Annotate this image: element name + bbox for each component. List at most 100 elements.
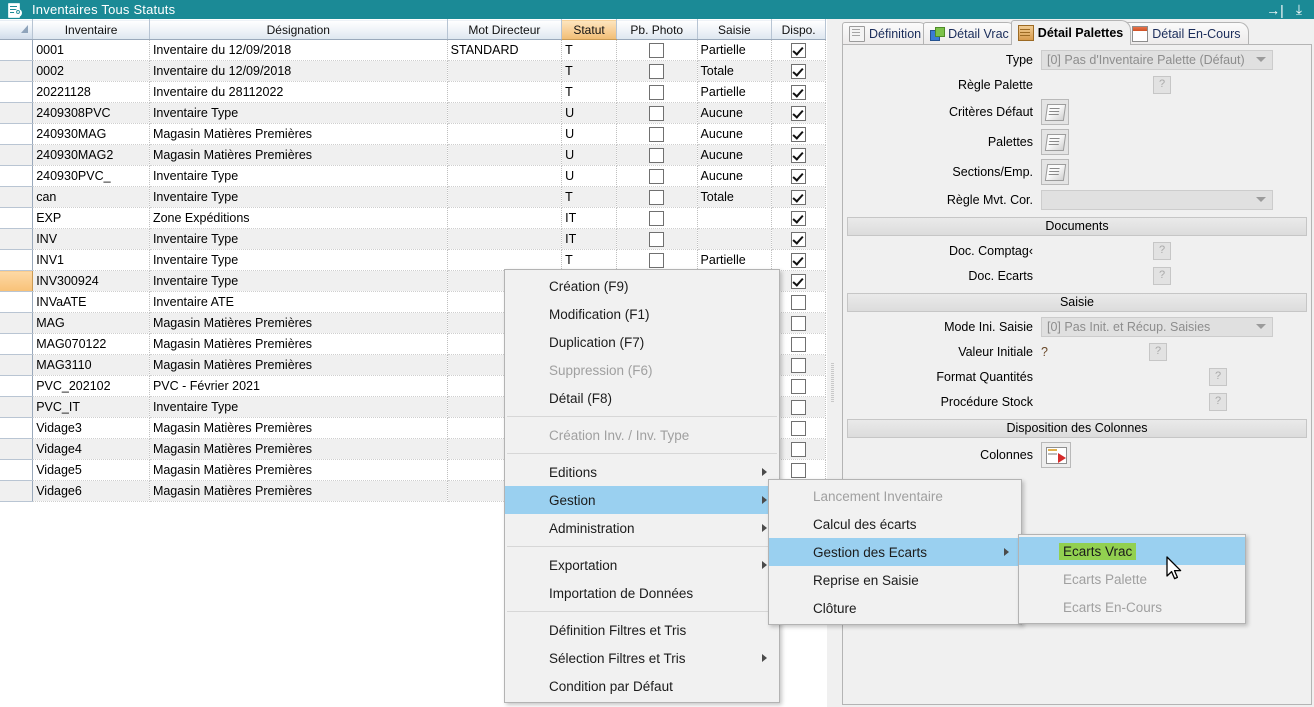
column-header-saisie[interactable]: Saisie — [697, 20, 772, 40]
cell-inventaire[interactable]: INV1 — [33, 250, 150, 271]
dispo-checkbox[interactable] — [791, 253, 806, 268]
cell-mot_directeur[interactable] — [447, 124, 561, 145]
cell-inventaire[interactable]: 20221128 — [33, 82, 150, 103]
cell-dispo[interactable] — [772, 166, 826, 187]
menu-item-duplication-f7[interactable]: Duplication (F7) — [505, 328, 779, 356]
cell-statut[interactable]: T — [562, 40, 617, 61]
cell-saisie[interactable]: Aucune — [697, 166, 772, 187]
pb-photo-checkbox[interactable] — [649, 127, 664, 142]
cell-designation[interactable]: Inventaire Type — [149, 187, 447, 208]
combo-type[interactable]: [0] Pas d'Inventaire Palette (Défaut) — [1041, 50, 1273, 70]
table-row[interactable]: 240930PVC_Inventaire TypeUAucune — [0, 166, 826, 187]
cell-dispo[interactable] — [772, 82, 826, 103]
columns-button[interactable] — [1041, 442, 1071, 468]
cell-statut[interactable]: T — [562, 187, 617, 208]
row-selector[interactable] — [0, 481, 33, 502]
dispo-checkbox[interactable] — [791, 358, 806, 373]
cell-dispo[interactable] — [772, 61, 826, 82]
cell-inventaire[interactable]: Vidage5 — [33, 460, 150, 481]
pb-photo-checkbox[interactable] — [649, 85, 664, 100]
column-header-inventaire[interactable]: Inventaire — [33, 20, 150, 40]
menu-item-gestion[interactable]: Gestion — [505, 486, 779, 514]
menu-item-cr-ation-f9[interactable]: Création (F9) — [505, 272, 779, 300]
cell-inventaire[interactable]: 240930MAG2 — [33, 145, 150, 166]
cell-pb_photo[interactable] — [616, 145, 697, 166]
row-selector[interactable] — [0, 229, 33, 250]
cell-inventaire[interactable]: 240930PVC_ — [33, 166, 150, 187]
column-header-designation[interactable]: Désignation — [149, 20, 447, 40]
menu-item-d-tail-f8[interactable]: Détail (F8) — [505, 384, 779, 412]
column-header-mot_directeur[interactable]: Mot Directeur — [447, 20, 561, 40]
cell-designation[interactable]: Magasin Matières Premières — [149, 145, 447, 166]
row-selector[interactable] — [0, 145, 33, 166]
cell-designation[interactable]: Inventaire Type — [149, 229, 447, 250]
cell-designation[interactable]: Inventaire Type — [149, 397, 447, 418]
column-header-pb_photo[interactable]: Pb. Photo — [616, 20, 697, 40]
cell-designation[interactable]: Magasin Matières Premières — [149, 355, 447, 376]
cell-saisie[interactable]: Partielle — [697, 40, 772, 61]
row-selector[interactable] — [0, 334, 33, 355]
cell-designation[interactable]: PVC - Février 2021 — [149, 376, 447, 397]
cell-statut[interactable]: T — [562, 82, 617, 103]
cell-dispo[interactable] — [772, 145, 826, 166]
table-row[interactable]: 0002Inventaire du 12/09/2018TTotale — [0, 61, 826, 82]
table-header-row[interactable]: InventaireDésignationMot DirecteurStatut… — [0, 20, 826, 40]
cell-designation[interactable]: Zone Expéditions — [149, 208, 447, 229]
submenu-gestion[interactable]: Lancement InventaireCalcul des écartsGes… — [768, 479, 1022, 625]
cell-saisie[interactable]: Aucune — [697, 145, 772, 166]
cell-saisie[interactable]: Aucune — [697, 103, 772, 124]
cell-statut[interactable]: IT — [562, 229, 617, 250]
cell-designation[interactable]: Magasin Matières Premières — [149, 124, 447, 145]
menu-item-importation-de-donn-es[interactable]: Importation de Données — [505, 579, 779, 607]
dispo-checkbox[interactable] — [791, 316, 806, 331]
cell-saisie[interactable]: Totale — [697, 61, 772, 82]
cell-mot_directeur[interactable] — [447, 250, 561, 271]
cell-designation[interactable]: Inventaire ATE — [149, 292, 447, 313]
cell-statut[interactable]: T — [562, 61, 617, 82]
context-menu[interactable]: Création (F9)Modification (F1)Duplicatio… — [504, 269, 780, 703]
dispo-checkbox[interactable] — [791, 43, 806, 58]
cell-saisie[interactable] — [697, 208, 772, 229]
menu-item-editions[interactable]: Editions — [505, 458, 779, 486]
cell-pb_photo[interactable] — [616, 229, 697, 250]
collapse-right-button[interactable]: →| — [1264, 0, 1286, 19]
dispo-checkbox[interactable] — [791, 64, 806, 79]
menu-item-condition-par-d-faut[interactable]: Condition par Défaut — [505, 672, 779, 700]
cell-dispo[interactable] — [772, 103, 826, 124]
dispo-checkbox[interactable] — [791, 379, 806, 394]
dispo-checkbox[interactable] — [791, 421, 806, 436]
dispo-checkbox[interactable] — [791, 211, 806, 226]
dispo-checkbox[interactable] — [791, 169, 806, 184]
cell-saisie[interactable]: Partielle — [697, 250, 772, 271]
table-row[interactable]: 2409308PVCInventaire TypeUAucune — [0, 103, 826, 124]
cell-inventaire[interactable]: EXP — [33, 208, 150, 229]
help-button-valeur-initiale[interactable]: ? — [1149, 343, 1167, 361]
dispo-checkbox[interactable] — [791, 148, 806, 163]
table-row[interactable]: 240930MAGMagasin Matières PremièresUAucu… — [0, 124, 826, 145]
row-selector[interactable] — [0, 439, 33, 460]
table-row[interactable]: canInventaire TypeTTotale — [0, 187, 826, 208]
cell-dispo[interactable] — [772, 208, 826, 229]
tab-d-tail-palettes[interactable]: Détail Palettes — [1011, 20, 1131, 45]
menu-item-reprise-en-saisie[interactable]: Reprise en Saisie — [769, 566, 1021, 594]
cell-inventaire[interactable]: PVC_IT — [33, 397, 150, 418]
help-button-r-gle-palette[interactable]: ? — [1153, 76, 1171, 94]
cell-mot_directeur[interactable] — [447, 229, 561, 250]
row-selector[interactable] — [0, 418, 33, 439]
tab-d-tail-en-cours[interactable]: Détail En-Cours — [1125, 22, 1248, 45]
table-row[interactable]: EXPZone ExpéditionsIT — [0, 208, 826, 229]
row-selector[interactable] — [0, 460, 33, 481]
dispo-checkbox[interactable] — [791, 463, 806, 478]
cell-saisie[interactable]: Aucune — [697, 124, 772, 145]
column-header-dispo[interactable]: Dispo. — [772, 20, 826, 40]
cell-designation[interactable]: Inventaire Type — [149, 271, 447, 292]
cell-mot_directeur[interactable] — [447, 208, 561, 229]
cell-saisie[interactable] — [697, 229, 772, 250]
download-button[interactable]: ⤓ — [1288, 0, 1310, 19]
cell-pb_photo[interactable] — [616, 103, 697, 124]
row-selector[interactable] — [0, 271, 33, 292]
row-selector[interactable] — [0, 313, 33, 334]
cell-mot_directeur[interactable] — [447, 145, 561, 166]
dispo-checkbox[interactable] — [791, 190, 806, 205]
help-button-doc-comptag[interactable]: ? — [1153, 242, 1171, 260]
